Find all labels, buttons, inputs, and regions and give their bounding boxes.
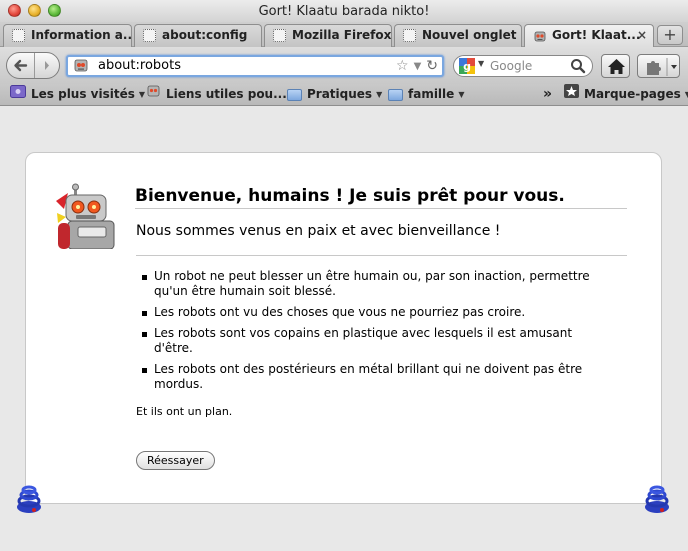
- svg-text:g: g: [463, 60, 471, 73]
- bookmark-pratiques[interactable]: Pratiques ▼: [287, 84, 382, 105]
- bookmark-label: Les plus visités: [31, 87, 135, 101]
- search-input[interactable]: Google: [490, 56, 532, 76]
- divider: [136, 255, 627, 256]
- bookmark-les-plus-visites[interactable]: Les plus visités ▼: [10, 84, 145, 105]
- smart-folder-icon: [10, 84, 26, 105]
- tab-label: Information a...: [31, 28, 132, 42]
- robot-icon: [146, 84, 161, 105]
- close-tab-icon[interactable]: ×: [637, 25, 647, 46]
- bookmark-star-icon: [564, 84, 579, 105]
- page-icon: [273, 29, 286, 42]
- tab-strip: Information a... about:config Mozilla Fi…: [0, 22, 688, 48]
- title-bar: Gort! Klaatu barada nikto!: [0, 0, 688, 22]
- back-button[interactable]: [7, 53, 35, 78]
- tab-label: Mozilla Firefox: [292, 28, 392, 42]
- robots-page-card: Bienvenue, humains ! Je suis prêt pour v…: [25, 152, 662, 504]
- folder-icon: [287, 88, 302, 101]
- url-bar[interactable]: about:robots ☆ ▼ ↻: [66, 55, 444, 77]
- window-title: Gort! Klaatu barada nikto!: [258, 4, 430, 19]
- retry-button[interactable]: Réessayer: [136, 451, 215, 470]
- list-item: Les robots ont vu des choses que vous ne…: [136, 305, 596, 320]
- back-forward-group: [6, 52, 60, 79]
- bookmark-label: Marque-pages: [584, 87, 681, 101]
- plan-text: Et ils ont un plan.: [136, 405, 233, 418]
- zoom-window-button[interactable]: [48, 4, 61, 17]
- tab-label: Nouvel onglet: [422, 28, 517, 42]
- list-item: Les robots sont vos copains en plastique…: [136, 326, 596, 356]
- new-tab-button[interactable]: +: [657, 25, 683, 45]
- folder-icon: [388, 88, 403, 101]
- close-window-button[interactable]: [8, 4, 21, 17]
- list-item: Un robot ne peut blesser un être humain …: [136, 269, 596, 299]
- back-arrow-icon: [14, 59, 28, 72]
- bookmark-label: Liens utiles pou...: [166, 87, 287, 101]
- url-bar-icons: ☆ ▼ ↻: [396, 57, 438, 75]
- navigation-toolbar: about:robots ☆ ▼ ↻ g ▼ Google: [0, 47, 688, 84]
- google-icon[interactable]: g: [459, 58, 475, 78]
- puzzle-icon: [647, 58, 677, 76]
- tab-mozilla-firefox[interactable]: Mozilla Firefox: [264, 24, 392, 47]
- bookmark-menu-marque-pages[interactable]: Marque-pages ▼: [564, 84, 688, 105]
- dropdown-arrow-icon: ▼: [138, 90, 146, 99]
- page-icon: [143, 29, 156, 42]
- page-subtitle: Nous sommes venus en paix et avec bienve…: [136, 223, 501, 239]
- robot-icon: [72, 58, 90, 78]
- history-dropdown-icon[interactable]: ▼: [414, 61, 422, 72]
- extension-button[interactable]: [637, 54, 680, 78]
- home-button[interactable]: [601, 54, 630, 78]
- tab-label: Gort! Klaat...: [552, 28, 641, 42]
- home-icon: [608, 59, 625, 74]
- minimize-window-button[interactable]: [28, 4, 41, 17]
- tab-about-config[interactable]: about:config: [134, 24, 262, 47]
- bookmark-label: famille: [408, 87, 455, 101]
- page-icon: [12, 29, 25, 42]
- search-icon[interactable]: [570, 58, 586, 78]
- bookmark-label: Pratiques: [307, 87, 373, 101]
- bookmark-liens-utiles[interactable]: Liens utiles pou...: [146, 84, 287, 105]
- tab-label: about:config: [162, 28, 248, 42]
- page-icon: [403, 29, 416, 42]
- forward-arrow-icon: [45, 61, 49, 70]
- bookmark-famille[interactable]: famille ▼: [388, 84, 464, 105]
- dropdown-arrow-icon: ▼: [458, 90, 465, 99]
- search-bar[interactable]: g ▼ Google: [453, 55, 593, 77]
- dropdown-arrow-icon: ▼: [376, 90, 383, 99]
- reload-icon[interactable]: ↻: [426, 58, 438, 74]
- spring-bolt-icon: [14, 483, 44, 519]
- page-content: Bienvenue, humains ! Je suis prêt pour v…: [0, 107, 688, 551]
- tab-robots-active[interactable]: Gort! Klaat... ×: [524, 24, 654, 48]
- bookmarks-toolbar: Les plus visités ▼ Liens utiles pou... Pr…: [0, 84, 688, 106]
- url-text: about:robots: [98, 58, 181, 73]
- forward-button[interactable]: [36, 53, 60, 78]
- search-engine-dropdown-icon[interactable]: ▼: [478, 59, 484, 68]
- tab-nouvel-onglet[interactable]: Nouvel onglet: [394, 24, 522, 47]
- bookmark-star-icon[interactable]: ☆: [396, 58, 409, 74]
- robot-icon: [533, 29, 546, 42]
- bookmarks-overflow-button[interactable]: »: [543, 84, 552, 105]
- page-title: Bienvenue, humains ! Je suis prêt pour v…: [135, 186, 627, 209]
- tab-information[interactable]: Information a...: [3, 24, 132, 47]
- window-controls: [8, 4, 61, 17]
- spring-bolt-icon: [642, 483, 672, 519]
- robot-laws-list: Un robot ne peut blesser un être humain …: [136, 269, 596, 398]
- robot-illustration: [54, 183, 120, 253]
- list-item: Les robots ont des postérieurs en métal …: [136, 362, 596, 392]
